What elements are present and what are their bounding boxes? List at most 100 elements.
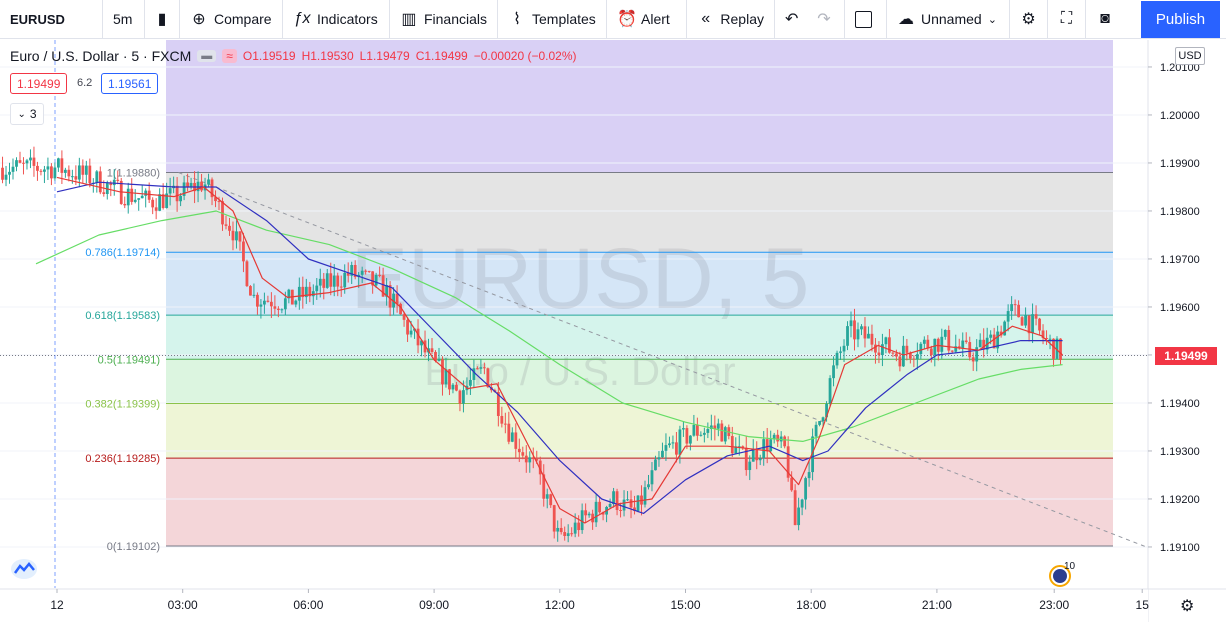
candle-body [43, 169, 46, 172]
candle-body [622, 499, 626, 511]
candle-body [545, 494, 549, 499]
x-tick-label: 12 [50, 598, 64, 612]
candle-body [835, 352, 839, 366]
templates-button[interactable]: ⌇ Templates [498, 0, 607, 39]
cloud-icon: ☁ [898, 11, 914, 28]
buy-button[interactable]: 1.19561 [101, 73, 159, 94]
candle-body [217, 201, 221, 203]
currency-button[interactable]: USD [1175, 47, 1205, 65]
candle-body [804, 478, 808, 500]
candle-body [469, 379, 472, 386]
candle-body [566, 533, 570, 536]
candle-body [818, 421, 821, 425]
chart-type-button[interactable]: ▮ [145, 0, 180, 39]
candle-body [940, 336, 944, 352]
candle-body [793, 490, 797, 526]
candle-body [699, 434, 703, 436]
badge-count: 10 [1064, 561, 1076, 572]
candle-body [654, 459, 657, 471]
snapshot-button[interactable]: ◙ [1086, 0, 1124, 39]
candle-body [971, 357, 975, 362]
replay-label: Replay [720, 11, 764, 27]
fib-label: 0.236(1.19285) [85, 453, 160, 465]
candle-body [360, 270, 364, 275]
candle-body [147, 190, 151, 200]
candle-body [510, 432, 514, 442]
candle-body [245, 261, 249, 287]
candle-body [1010, 304, 1014, 312]
candle-body [1006, 311, 1010, 322]
x-tick-label: 23:00 [1039, 598, 1069, 612]
candle-body [797, 507, 801, 526]
candle-body [860, 326, 863, 330]
candle-body [154, 207, 158, 211]
candle-body [755, 448, 759, 461]
candle-body [678, 429, 682, 455]
candle-body [901, 345, 905, 367]
compare-button[interactable]: ⊕ Compare [180, 0, 283, 39]
candle-body [158, 194, 162, 211]
alert-button[interactable]: ⏰ Alert [607, 0, 687, 39]
candle-body [842, 345, 846, 352]
candle-body [29, 157, 32, 161]
candle-body [758, 458, 762, 461]
candle-body [919, 343, 923, 355]
financials-button[interactable]: ▥ Financials [390, 0, 498, 39]
candle-body [912, 358, 916, 360]
indicators-label: Indicators [317, 11, 378, 27]
candle-body [364, 270, 368, 272]
candle-body [263, 300, 266, 305]
layout-name-button[interactable]: ☁ Unnamed ⌄ [887, 0, 1010, 39]
fx-icon: ƒx [293, 10, 311, 27]
candle-body [961, 340, 965, 349]
y-tick-label: 1.19300 [1160, 446, 1200, 458]
candle-body [374, 274, 378, 286]
publish-label: Publish [1155, 11, 1206, 28]
indicators-button[interactable]: ƒx Indicators [283, 0, 390, 39]
candle-body [922, 339, 926, 344]
interval-button[interactable]: 5m [103, 0, 145, 39]
publish-button[interactable]: Publish [1141, 1, 1220, 38]
layout-select-button[interactable] [845, 0, 887, 39]
symbol-search-button[interactable]: EURUSD [0, 0, 103, 39]
candle-body [671, 442, 675, 444]
candle-body [409, 330, 413, 335]
chevron-down-icon: ⌄ [987, 13, 997, 26]
candle-body [839, 351, 842, 353]
last-price-value: 1.19499 [1164, 349, 1208, 363]
x-tick-label: 15 [1136, 598, 1150, 612]
candle-body [503, 423, 507, 425]
indicators-toggle[interactable]: ⌄ 3 [10, 103, 44, 125]
candle-body [322, 278, 326, 288]
undo-button[interactable]: ↶ [775, 0, 805, 39]
candle-body [891, 352, 895, 354]
sell-button[interactable]: 1.19499 [10, 73, 68, 94]
y-tick-label: 1.20000 [1160, 110, 1200, 122]
tradingview-logo-icon[interactable] [10, 558, 38, 580]
candle-body [126, 188, 130, 206]
replay-button[interactable]: « Replay [687, 0, 775, 39]
axis-settings-icon[interactable]: ⚙ [1180, 596, 1194, 616]
redo-button[interactable]: ↷ [805, 0, 845, 39]
candle-body [242, 241, 245, 262]
legend-eye-icon[interactable]: ▬ [197, 50, 217, 62]
candle-body [524, 455, 528, 463]
candle-body [608, 504, 612, 507]
fib-label: 0.786(1.19714) [85, 247, 160, 259]
candle-body [388, 285, 392, 308]
candle-body [748, 461, 752, 471]
candle-body [507, 423, 511, 442]
candle-body [123, 203, 127, 206]
fullscreen-button[interactable]: ⛶ [1048, 0, 1086, 39]
settings-button[interactable]: ⚙ [1010, 0, 1048, 39]
candle-body [898, 356, 902, 367]
events-badge-icon[interactable]: 10 [1048, 561, 1076, 588]
undo-icon: ↶ [785, 11, 799, 28]
candle-body [462, 390, 465, 404]
candle-body [235, 231, 238, 241]
legend-wave-icon[interactable]: ≈ [222, 49, 237, 63]
y-tick-label: 1.19200 [1160, 494, 1200, 506]
candle-body [482, 367, 486, 369]
candle-body [1048, 338, 1052, 340]
chart-canvas[interactable]: EURUSD, 5 Euro / U.S. Dollar 1(1.19880) 0… [0, 40, 1226, 622]
